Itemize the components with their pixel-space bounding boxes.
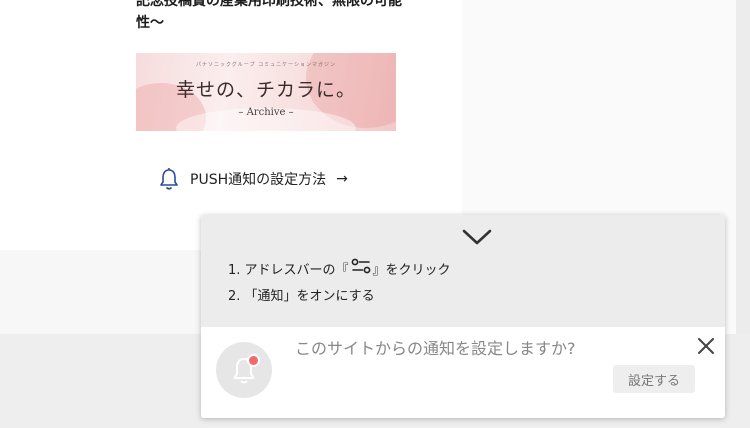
instruction-step-1: 1. アドレスバーの『 』をクリック (228, 258, 451, 284)
banner-title: 幸せの、チカラに。 (175, 79, 356, 101)
close-icon (697, 338, 715, 359)
banner-subtitle: パナソニックグループ コミュニケーションマガジン (196, 62, 336, 68)
arrow-right-icon: → (336, 171, 348, 187)
instruction-steps: 1. アドレスバーの『 』をクリック 2. 「通知」をオンにする (228, 258, 451, 310)
collapse-button[interactable] (461, 227, 493, 247)
step1-suffix: 』をクリック (372, 263, 451, 278)
bell-icon (158, 167, 180, 191)
step1-prefix: 1. アドレスバーの『 (228, 263, 349, 278)
instructions-panel: 1. アドレスバーの『 』をクリック 2. 「通知」をオンにする (201, 215, 725, 327)
notification-popup: 1. アドレスバーの『 』をクリック 2. 「通知」をオンにする このサイトから… (201, 215, 725, 418)
article-column: 記念投稿賞の産業用印刷技術、無限の可能性〜 パナソニックグループ コミュニケーシ… (0, 0, 462, 250)
notification-dot (247, 354, 260, 367)
notification-avatar (216, 342, 272, 398)
chevron-down-icon (461, 229, 493, 251)
archive-banner[interactable]: パナソニックグループ コミュニケーションマガジン 幸せの、チカラに。 – Arc… (136, 53, 396, 131)
push-link-label: PUSH通知の設定方法 (190, 172, 327, 188)
instruction-step-2: 2. 「通知」をオンにする (228, 289, 375, 304)
close-button[interactable] (697, 337, 715, 355)
setup-button[interactable]: 設定する (613, 365, 695, 393)
prompt-text: このサイトからの通知を設定しますか? (295, 339, 576, 358)
push-settings-link[interactable]: PUSH通知の設定方法 → (158, 166, 348, 192)
site-settings-icon (351, 258, 371, 284)
permission-prompt: このサイトからの通知を設定しますか? 設定する (201, 327, 725, 418)
banner-archive-label: – Archive – (238, 107, 294, 118)
article-headline[interactable]: 記念投稿賞の産業用印刷技術、無限の可能性〜 (136, 0, 426, 34)
